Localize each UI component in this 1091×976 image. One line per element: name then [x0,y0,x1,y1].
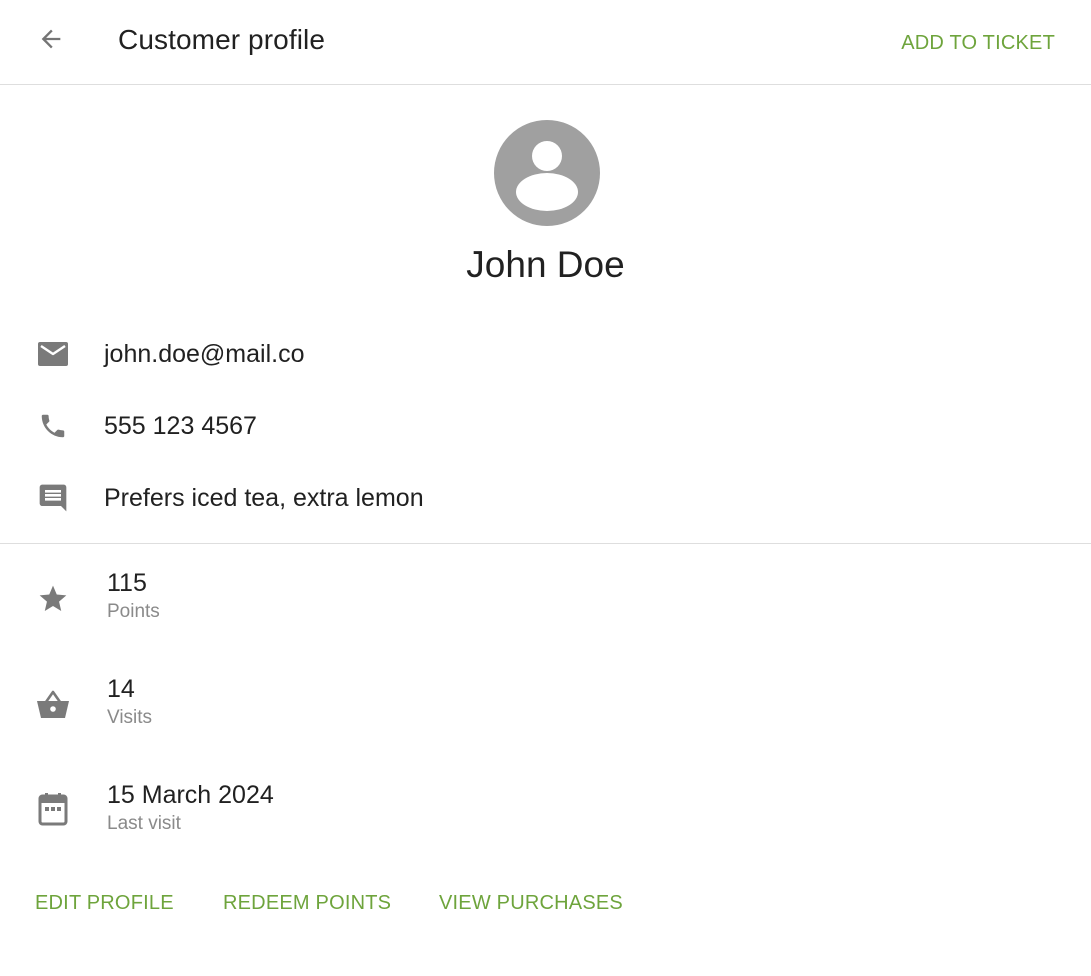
add-to-ticket-button[interactable]: ADD TO TICKET [901,30,1055,56]
customer-profile-screen: Customer profile ADD TO TICKET John Doe … [0,0,1091,976]
visits-label: Visits [107,707,153,728]
email-value: john.doe@mail.co [104,340,305,368]
arrow-back-icon [37,25,65,53]
visits-value: 14 [107,675,135,703]
points-row: 115 Points [0,568,1091,638]
note-row[interactable]: Prefers iced tea, extra lemon [0,477,1091,517]
comment-icon [36,483,70,513]
edit-profile-button[interactable]: EDIT PROFILE [35,890,174,916]
calendar-icon [36,792,70,826]
app-bar: Customer profile ADD TO TICKET [0,0,1091,85]
email-icon [36,339,70,369]
back-button[interactable] [30,18,72,60]
view-purchases-button[interactable]: VIEW PURCHASES [439,890,623,916]
page-title: Customer profile [118,24,326,55]
star-icon [36,582,70,616]
note-value: Prefers iced tea, extra lemon [104,484,424,512]
points-value: 115 [107,569,147,597]
phone-row[interactable]: 555 123 4567 [0,405,1091,445]
last-visit-label: Last visit [107,813,181,834]
points-label: Points [107,601,160,622]
last-visit-row: 15 March 2024 Last visit [0,780,1091,850]
account-circle-icon [494,120,600,226]
basket-icon [36,688,70,722]
section-divider [0,543,1091,544]
phone-icon [36,411,70,441]
phone-value: 555 123 4567 [104,412,257,440]
email-row[interactable]: john.doe@mail.co [0,333,1091,373]
avatar [494,120,600,226]
redeem-points-button[interactable]: REDEEM POINTS [223,890,391,916]
visits-row: 14 Visits [0,674,1091,744]
customer-name: John Doe [466,244,625,285]
last-visit-value: 15 March 2024 [107,781,274,809]
